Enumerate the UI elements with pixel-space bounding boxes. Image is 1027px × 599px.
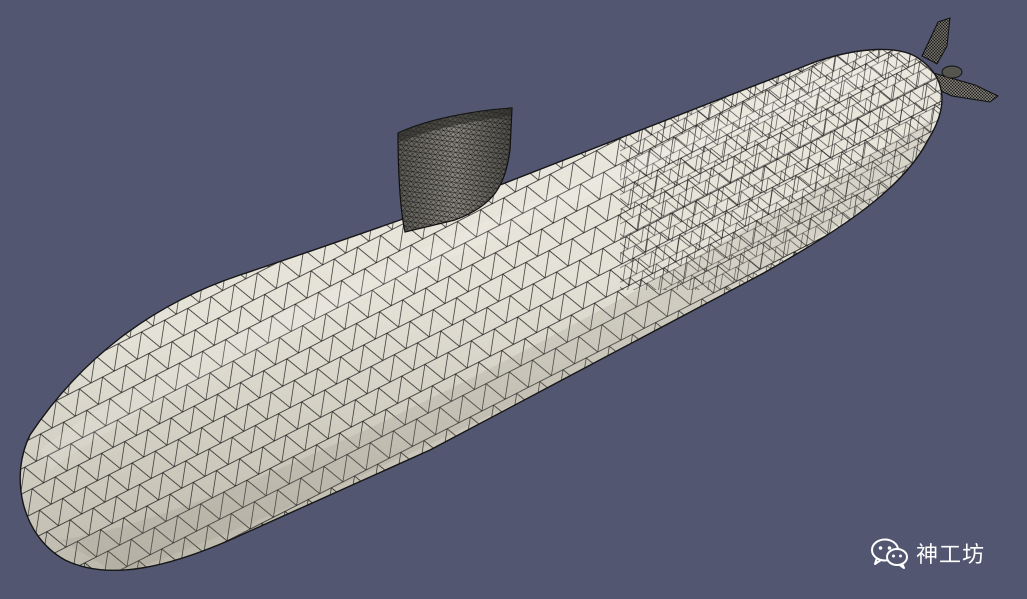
watermark: 神工坊: [870, 536, 985, 570]
submarine-mesh-render: [19, 17, 999, 572]
wechat-icon: [871, 538, 908, 569]
hull: [19, 48, 943, 572]
watermark-text: 神工坊: [916, 543, 986, 568]
render-viewport[interactable]: 神工坊: [0, 0, 1027, 599]
